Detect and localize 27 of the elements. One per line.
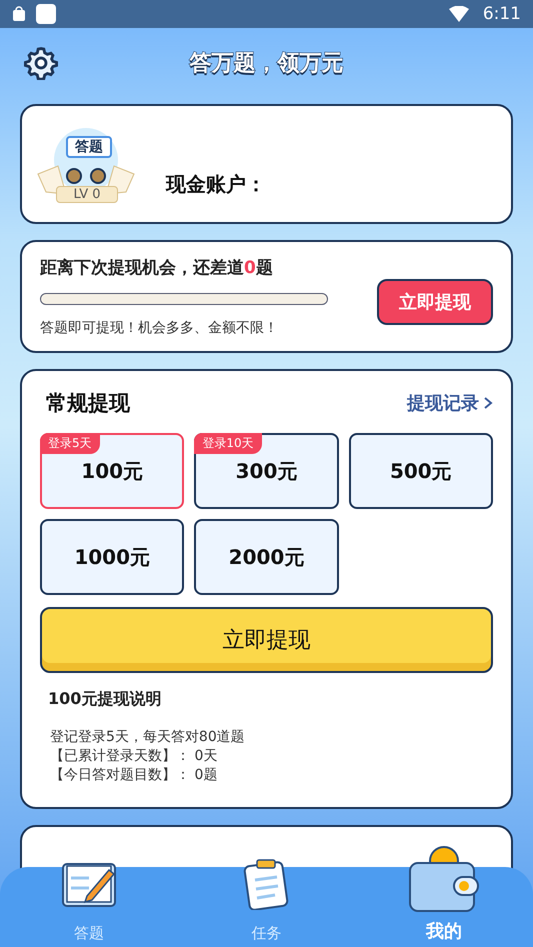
withdraw-hint: 答题即可提现！机会多多、金额不限！ bbox=[40, 319, 279, 337]
withdraw-button[interactable]: 立即提现 bbox=[377, 278, 493, 324]
section-title: 常规提现 bbox=[46, 390, 130, 417]
app-square-icon bbox=[36, 4, 56, 24]
cash-account-label: 现金账户： bbox=[166, 171, 266, 198]
page-title: 答万题，领万元 bbox=[190, 50, 344, 78]
chevron-right-icon bbox=[483, 396, 493, 410]
login-days-tag: 登录10天 bbox=[194, 433, 262, 454]
amount-option[interactable]: 登录5天 100元 bbox=[40, 433, 184, 509]
settings-icon[interactable] bbox=[24, 46, 58, 80]
withdraw-now-button[interactable]: 立即提现 bbox=[40, 607, 493, 673]
amount-option[interactable]: 500元 bbox=[348, 433, 493, 509]
info-line: 【今日答对题目数】： 0题 bbox=[50, 766, 218, 785]
history-link[interactable]: 提现记录 bbox=[407, 391, 493, 415]
info-line: 【已累计登录天数】： 0天 bbox=[50, 747, 218, 766]
store-bag-icon bbox=[12, 6, 26, 22]
amount-option[interactable]: 2000元 bbox=[194, 519, 339, 595]
info-title: 100元提现说明 bbox=[48, 689, 162, 710]
amount-option[interactable]: 登录10天 300元 bbox=[194, 433, 339, 509]
remaining-questions-text: 距离下次提现机会，还差道0题 bbox=[40, 257, 274, 279]
level-label: LV 0 bbox=[56, 186, 118, 203]
info-line: 登记登录5天，每天答对80道题 bbox=[50, 728, 246, 747]
book-label: 答题 bbox=[66, 136, 112, 158]
clock-time: 6:11 bbox=[482, 4, 521, 24]
login-days-tag: 登录5天 bbox=[40, 433, 100, 454]
wifi-icon bbox=[448, 6, 469, 22]
amount-option[interactable]: 1000元 bbox=[40, 519, 184, 595]
